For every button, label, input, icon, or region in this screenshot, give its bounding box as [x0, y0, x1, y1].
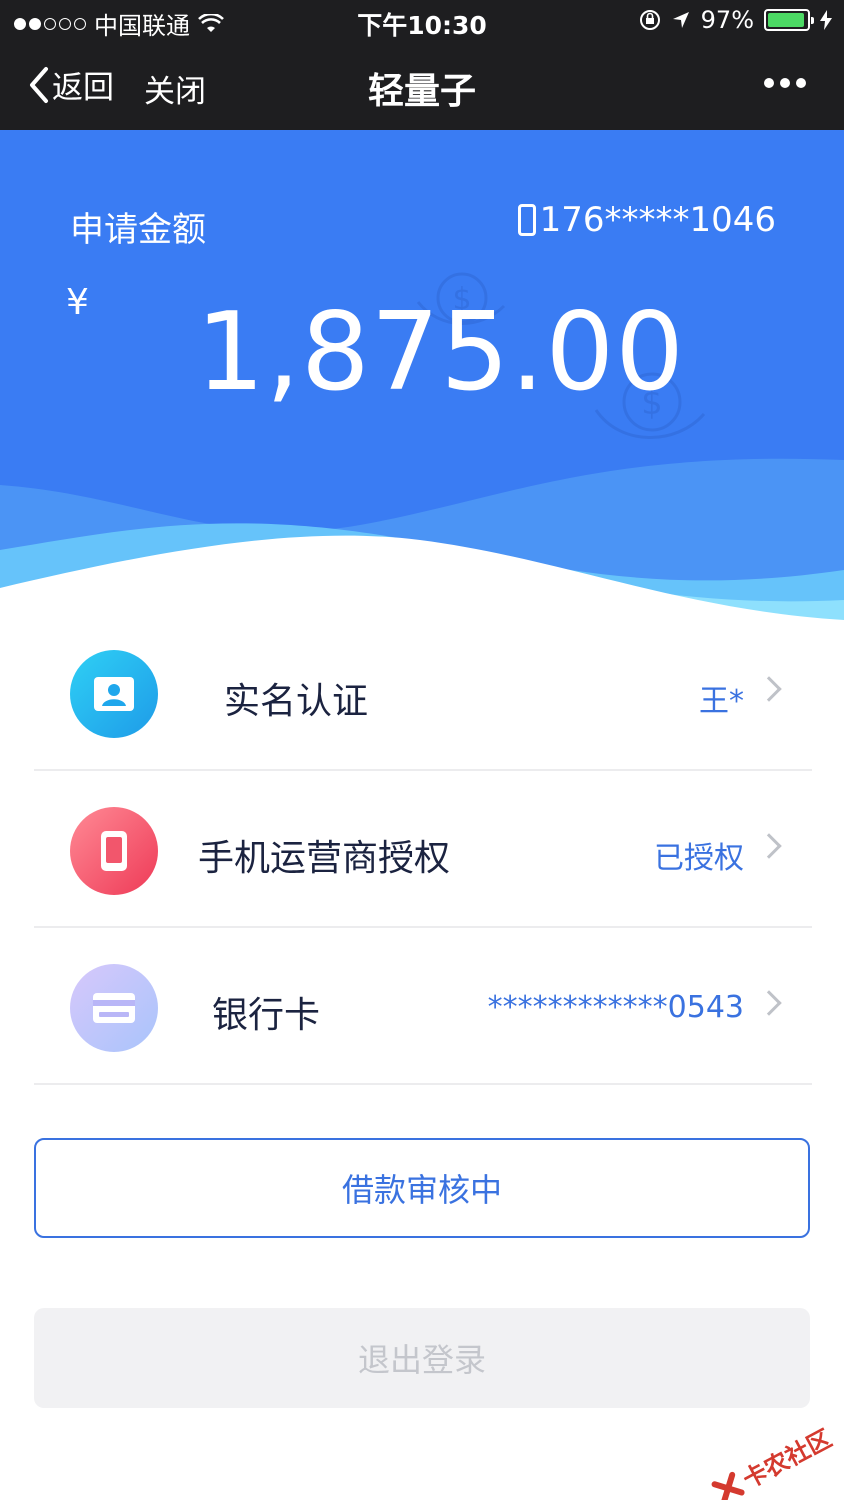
verification-list: 实名认证 王* 手机运营商授权 已授权 银行卡 ************0543 — [34, 614, 812, 1085]
amount-label: 申请金额 — [70, 210, 206, 250]
list-item-value: 已授权 — [654, 841, 744, 876]
mobile-phone-icon — [70, 807, 158, 895]
amount-header: $ $ 申请金额 176*****1046 ¥ 1,875.00 — [0, 130, 844, 630]
chevron-right-icon — [756, 676, 782, 702]
nav-bar: 返回 关闭 轻量子 — [0, 42, 844, 130]
phone-icon — [517, 204, 536, 236]
list-item-label: 手机运营商授权 — [198, 838, 451, 879]
currency-symbol: ¥ — [66, 282, 89, 323]
location-arrow-icon — [672, 12, 689, 28]
list-item-value: ************0543 — [487, 990, 744, 1025]
loan-amount: 1,875.00 — [196, 290, 685, 415]
battery-icon — [764, 9, 814, 31]
status-bar: 中国联通 下午10:30 97% — [0, 0, 844, 42]
phone-number-row: 176*****1046 — [517, 200, 776, 240]
list-item-identity[interactable]: 实名认证 王* — [34, 614, 812, 771]
list-item-value: 王* — [699, 684, 744, 719]
battery-percent: 97% — [700, 6, 754, 34]
phone-number: 176*****1046 — [539, 200, 776, 240]
page-title: 轻量子 — [367, 71, 476, 112]
status-right: 97% — [639, 6, 832, 34]
watermark-text: 卡农社区 — [738, 1424, 837, 1495]
id-card-icon — [70, 650, 158, 738]
more-options-icon[interactable] — [764, 78, 806, 88]
chevron-right-icon — [756, 833, 782, 859]
list-item-label: 银行卡 — [212, 995, 321, 1036]
list-item-bank-card[interactable]: 银行卡 ************0543 — [34, 928, 812, 1085]
list-item-carrier-auth[interactable]: 手机运营商授权 已授权 — [34, 771, 812, 928]
loan-review-status-button[interactable]: 借款审核中 — [34, 1138, 810, 1238]
bank-card-icon — [70, 964, 158, 1052]
chevron-right-icon — [756, 990, 782, 1016]
orientation-lock-icon — [639, 10, 660, 30]
list-item-label: 实名认证 — [224, 681, 369, 722]
logout-button[interactable]: 退出登录 — [34, 1308, 810, 1408]
watermark: 卡农社区 — [707, 1419, 836, 1500]
charging-icon — [820, 10, 832, 30]
